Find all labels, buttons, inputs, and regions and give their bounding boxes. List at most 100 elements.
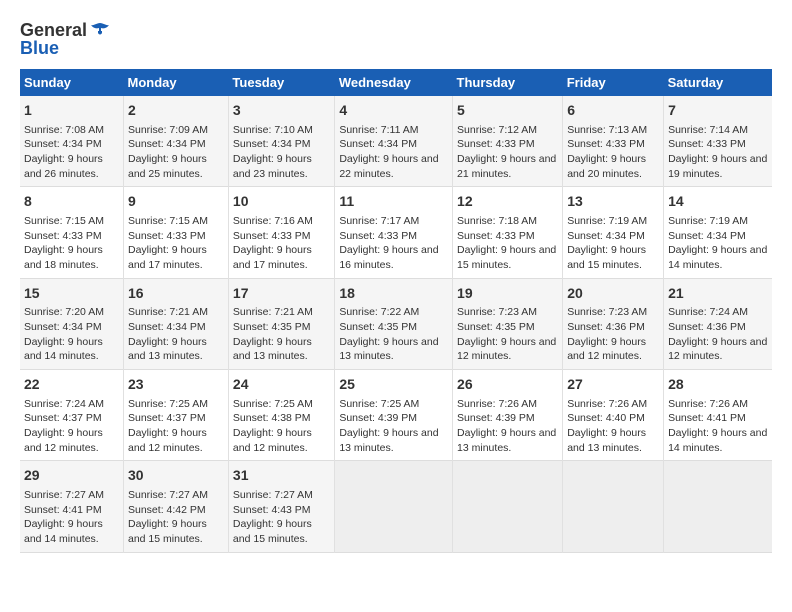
daylight: Daylight: 9 hours and 12 minutes. [128,427,207,454]
sunset: Sunset: 4:34 PM [24,321,102,333]
sunrise: Sunrise: 7:25 AM [128,398,208,410]
sunset: Sunset: 4:41 PM [24,504,102,516]
sunset: Sunset: 4:40 PM [567,412,645,424]
sunset: Sunset: 4:34 PM [233,138,311,150]
daylight: Daylight: 9 hours and 12 minutes. [457,336,556,363]
day-number: 31 [233,466,330,486]
calendar-cell-3: 3 Sunrise: 7:10 AM Sunset: 4:34 PM Dayli… [228,96,334,187]
sunset: Sunset: 4:34 PM [567,230,645,242]
daylight: Daylight: 9 hours and 22 minutes. [339,153,438,180]
sunset: Sunset: 4:39 PM [339,412,417,424]
sunrise: Sunrise: 7:23 AM [567,306,647,318]
sunset: Sunset: 4:33 PM [668,138,746,150]
sunset: Sunset: 4:33 PM [128,230,206,242]
calendar-cell-5: 5 Sunrise: 7:12 AM Sunset: 4:33 PM Dayli… [453,96,563,187]
weekday-header-monday: Monday [124,69,229,96]
sunset: Sunset: 4:35 PM [457,321,535,333]
empty-cell [664,461,772,552]
sunrise: Sunrise: 7:08 AM [24,124,104,136]
sunrise: Sunrise: 7:14 AM [668,124,748,136]
logo: General Blue [20,20,111,59]
calendar-cell-26: 26 Sunrise: 7:26 AM Sunset: 4:39 PM Dayl… [453,370,563,461]
sunset: Sunset: 4:33 PM [233,230,311,242]
week-row-4: 22 Sunrise: 7:24 AM Sunset: 4:37 PM Dayl… [20,370,772,461]
sunset: Sunset: 4:37 PM [24,412,102,424]
daylight: Daylight: 9 hours and 18 minutes. [24,244,103,271]
weekday-header-friday: Friday [563,69,664,96]
sunset: Sunset: 4:33 PM [567,138,645,150]
calendar-cell-24: 24 Sunrise: 7:25 AM Sunset: 4:38 PM Dayl… [228,370,334,461]
sunset: Sunset: 4:36 PM [567,321,645,333]
daylight: Daylight: 9 hours and 15 minutes. [128,518,207,545]
daylight: Daylight: 9 hours and 13 minutes. [128,336,207,363]
day-number: 23 [128,375,224,395]
calendar-cell-17: 17 Sunrise: 7:21 AM Sunset: 4:35 PM Dayl… [228,278,334,369]
daylight: Daylight: 9 hours and 15 minutes. [567,244,646,271]
day-number: 21 [668,284,768,304]
sunset: Sunset: 4:34 PM [128,138,206,150]
calendar-cell-29: 29 Sunrise: 7:27 AM Sunset: 4:41 PM Dayl… [20,461,124,552]
calendar-cell-23: 23 Sunrise: 7:25 AM Sunset: 4:37 PM Dayl… [124,370,229,461]
sunset: Sunset: 4:36 PM [668,321,746,333]
calendar-cell-30: 30 Sunrise: 7:27 AM Sunset: 4:42 PM Dayl… [124,461,229,552]
day-number: 13 [567,192,659,212]
sunrise: Sunrise: 7:27 AM [233,489,313,501]
page-header: General Blue [20,20,772,59]
sunrise: Sunrise: 7:10 AM [233,124,313,136]
calendar-cell-18: 18 Sunrise: 7:22 AM Sunset: 4:35 PM Dayl… [335,278,453,369]
day-number: 12 [457,192,558,212]
sunrise: Sunrise: 7:15 AM [24,215,104,227]
day-number: 1 [24,101,119,121]
calendar-cell-16: 16 Sunrise: 7:21 AM Sunset: 4:34 PM Dayl… [124,278,229,369]
empty-cell [453,461,563,552]
day-number: 6 [567,101,659,121]
sunrise: Sunrise: 7:22 AM [339,306,419,318]
day-number: 9 [128,192,224,212]
daylight: Daylight: 9 hours and 15 minutes. [457,244,556,271]
daylight: Daylight: 9 hours and 20 minutes. [567,153,646,180]
day-number: 27 [567,375,659,395]
sunrise: Sunrise: 7:24 AM [668,306,748,318]
calendar-cell-6: 6 Sunrise: 7:13 AM Sunset: 4:33 PM Dayli… [563,96,664,187]
sunrise: Sunrise: 7:23 AM [457,306,537,318]
sunrise: Sunrise: 7:11 AM [339,124,418,136]
day-number: 10 [233,192,330,212]
weekday-header-saturday: Saturday [664,69,772,96]
sunset: Sunset: 4:35 PM [233,321,311,333]
daylight: Daylight: 9 hours and 12 minutes. [567,336,646,363]
sunrise: Sunrise: 7:13 AM [567,124,647,136]
sunset: Sunset: 4:37 PM [128,412,206,424]
sunrise: Sunrise: 7:21 AM [233,306,313,318]
weekday-header-wednesday: Wednesday [335,69,453,96]
calendar-cell-19: 19 Sunrise: 7:23 AM Sunset: 4:35 PM Dayl… [453,278,563,369]
day-number: 16 [128,284,224,304]
weekday-header-row: SundayMondayTuesdayWednesdayThursdayFrid… [20,69,772,96]
weekday-header-sunday: Sunday [20,69,124,96]
sunrise: Sunrise: 7:12 AM [457,124,537,136]
calendar-cell-28: 28 Sunrise: 7:26 AM Sunset: 4:41 PM Dayl… [664,370,772,461]
weekday-header-tuesday: Tuesday [228,69,334,96]
day-number: 28 [668,375,768,395]
day-number: 8 [24,192,119,212]
calendar-cell-4: 4 Sunrise: 7:11 AM Sunset: 4:34 PM Dayli… [335,96,453,187]
sunrise: Sunrise: 7:26 AM [567,398,647,410]
daylight: Daylight: 9 hours and 26 minutes. [24,153,103,180]
calendar-cell-11: 11 Sunrise: 7:17 AM Sunset: 4:33 PM Dayl… [335,187,453,278]
sunrise: Sunrise: 7:27 AM [24,489,104,501]
day-number: 26 [457,375,558,395]
daylight: Daylight: 9 hours and 23 minutes. [233,153,312,180]
sunset: Sunset: 4:34 PM [128,321,206,333]
weekday-header-thursday: Thursday [453,69,563,96]
empty-cell [563,461,664,552]
sunrise: Sunrise: 7:26 AM [457,398,537,410]
sunrise: Sunrise: 7:26 AM [668,398,748,410]
daylight: Daylight: 9 hours and 12 minutes. [668,336,767,363]
sunrise: Sunrise: 7:24 AM [24,398,104,410]
week-row-3: 15 Sunrise: 7:20 AM Sunset: 4:34 PM Dayl… [20,278,772,369]
sunset: Sunset: 4:39 PM [457,412,535,424]
calendar-cell-31: 31 Sunrise: 7:27 AM Sunset: 4:43 PM Dayl… [228,461,334,552]
week-row-2: 8 Sunrise: 7:15 AM Sunset: 4:33 PM Dayli… [20,187,772,278]
day-number: 30 [128,466,224,486]
calendar-cell-8: 8 Sunrise: 7:15 AM Sunset: 4:33 PM Dayli… [20,187,124,278]
sunset: Sunset: 4:34 PM [668,230,746,242]
